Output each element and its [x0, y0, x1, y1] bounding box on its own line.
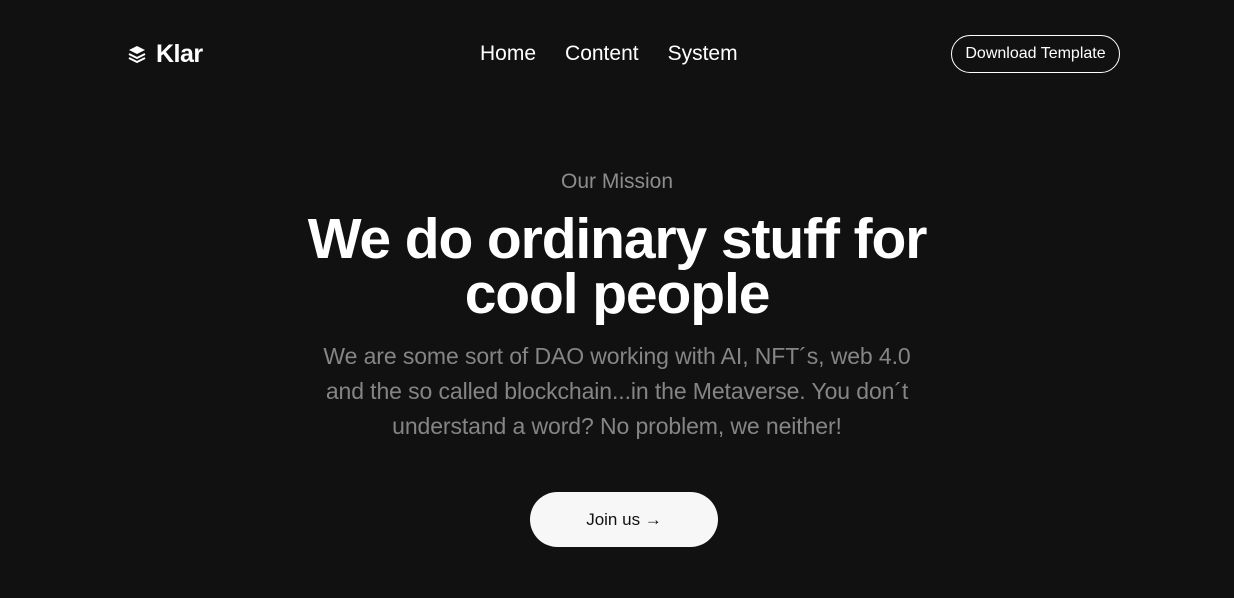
hero-description: We are some sort of DAO working with AI,… — [323, 343, 911, 439]
hero-title: We do ordinary stuff for cool people — [217, 211, 1017, 323]
nav-link-system[interactable]: System — [668, 43, 738, 64]
main-navigation: Home Content System — [480, 39, 738, 67]
download-template-button[interactable]: Download Template — [951, 35, 1120, 73]
landing-page: Klar Home Content System Download Templa… — [0, 0, 1234, 598]
hero-title-line-2: cool people — [464, 262, 771, 326]
nav-link-home[interactable]: Home — [480, 43, 536, 64]
brand-logo-link[interactable]: Klar — [127, 38, 203, 70]
layers-icon — [128, 46, 146, 63]
brand-name: Klar — [156, 39, 203, 68]
join-us-button[interactable]: Join us → — [530, 492, 718, 547]
nav-link-content[interactable]: Content — [565, 43, 639, 64]
hero-eyebrow: Our Mission — [560, 170, 674, 193]
